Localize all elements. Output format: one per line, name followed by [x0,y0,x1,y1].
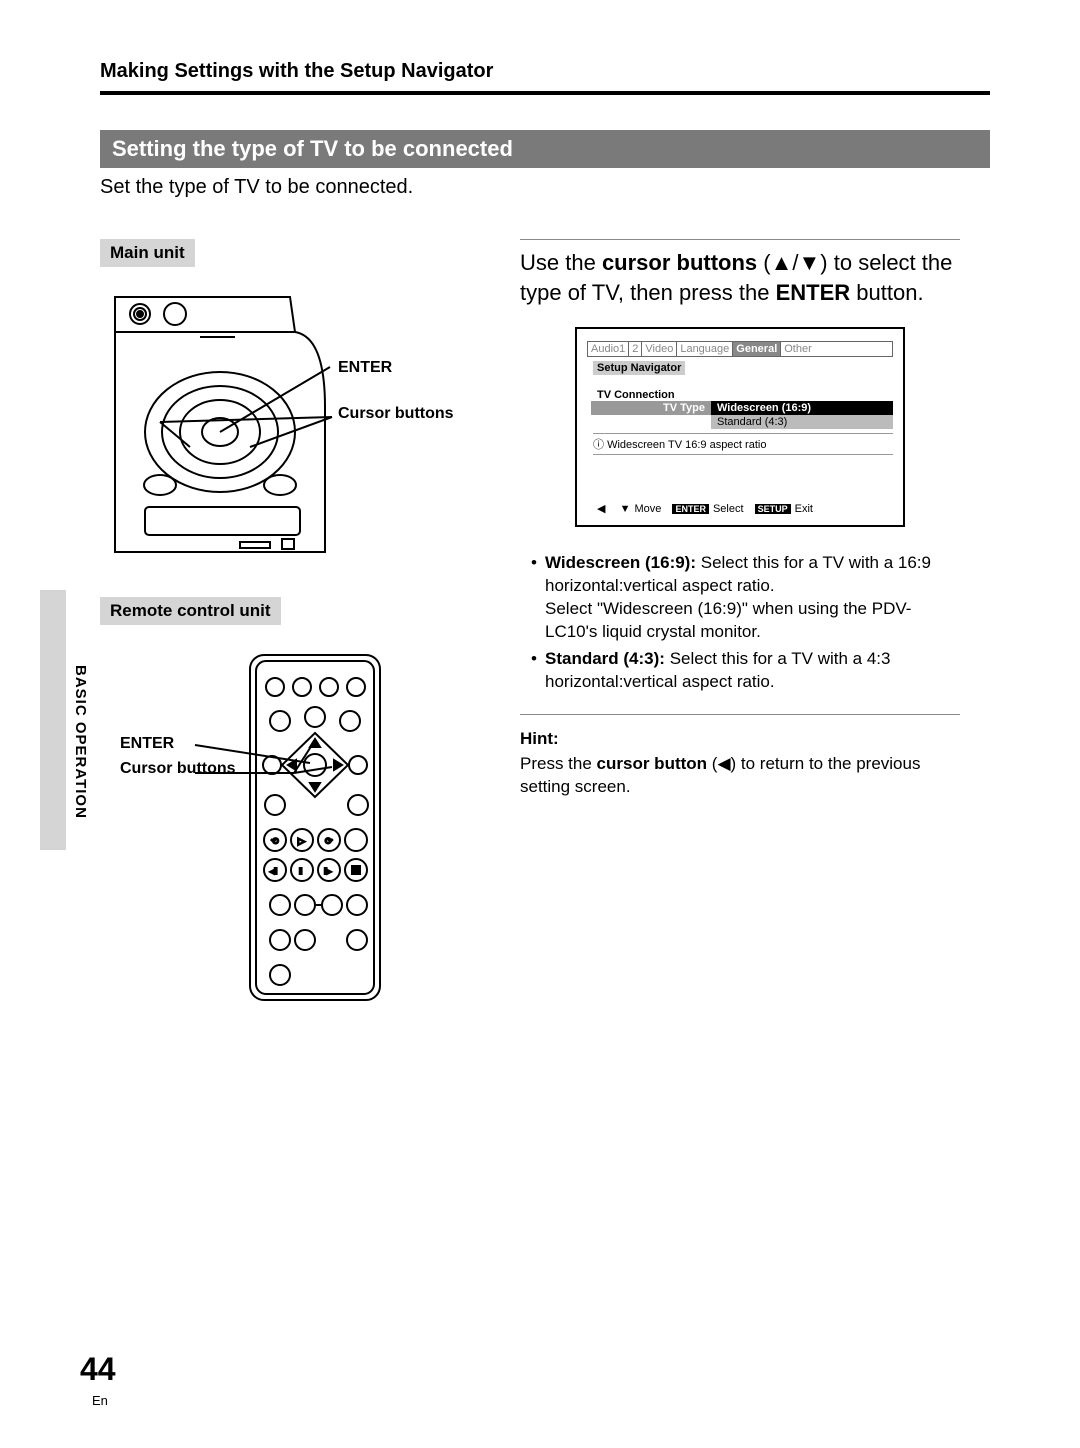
osd-tabs: Audio1 2 Video Language General Other [587,341,893,357]
page-number: 44 [80,1351,116,1388]
remote-enter-callout: ENTER [120,735,174,753]
osd-tab-active: General [733,342,781,356]
osd-option: Standard (4:3) [711,415,893,429]
osd-option-selected: Widescreen (16:9) [711,401,893,415]
side-label: BASIC OPERATION [72,665,89,819]
side-tab [40,590,66,850]
osd-tv-type-label: TV Type [591,401,711,415]
remote-unit-label: Remote control unit [100,597,281,625]
hint-label: Hint: [520,729,960,749]
osd-tab: Audio1 [588,342,629,356]
main-unit-diagram: ENTER Cursor buttons [100,277,490,572]
main-unit-cursor-callout: Cursor buttons [338,405,454,423]
osd-footer: ◀ ▼Move ENTERSelect SETUPExit [597,502,813,515]
svg-text:‖▸: ‖▸ [324,867,331,876]
intro-text: Set the type of TV to be connected. [100,176,990,199]
section-title-bar: Setting the type of TV to be connected [100,130,990,168]
svg-text:‖: ‖ [299,867,302,876]
main-unit-label: Main unit [100,239,195,267]
hint-text: Press the cursor button (◀) to return to… [520,753,960,799]
main-unit-enter-callout: ENTER [338,359,392,377]
option-bullets: Widescreen (16:9): Select this for a TV … [520,552,960,715]
remote-cursor-callout: Cursor buttons [120,760,236,778]
bullet-widescreen: Widescreen (16:9): Select this for a TV … [545,552,960,644]
svg-text:⟳: ⟳ [325,836,333,846]
osd-tab: Other [781,342,815,356]
osd-info: ⓘ Widescreen TV 16:9 aspect ratio [593,433,893,455]
osd-tab: Language [677,342,733,356]
osd-tab: 2 [629,342,642,356]
osd-setup-navigator: Setup Navigator [593,361,685,375]
bullet-standard: Standard (4:3): Select this for a TV wit… [545,648,960,694]
language-code: En [92,1393,108,1408]
osd-tab: Video [642,342,677,356]
page-header: Making Settings with the Setup Navigator [100,60,990,83]
header-rule [100,91,990,95]
svg-text:⟲: ⟲ [271,836,279,846]
instruction-text: Use the cursor buttons (▲/▼) to select t… [520,239,960,307]
remote-diagram: ⟲ ▷ ⟳ ◂‖ ‖ ‖▸ ENTER Cursor buttons [100,645,490,1020]
osd-screen: Audio1 2 Video Language General Other Se… [575,327,905,527]
osd-tv-connection: TV Connection [597,389,893,401]
svg-text:▷: ▷ [298,836,305,846]
svg-text:◂‖: ◂‖ [270,867,277,876]
